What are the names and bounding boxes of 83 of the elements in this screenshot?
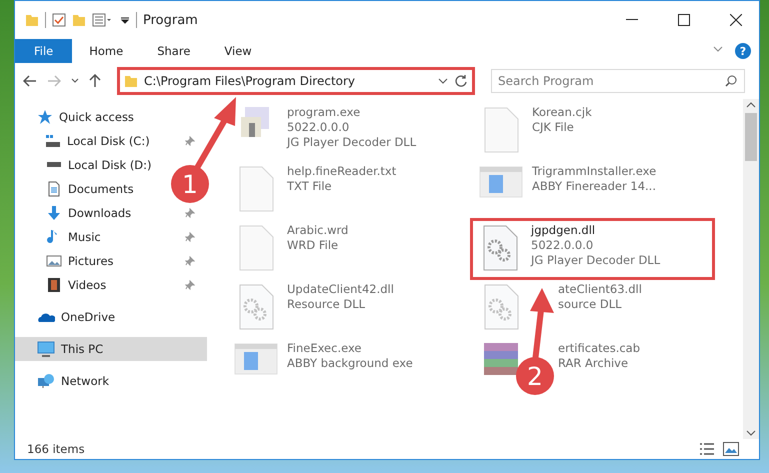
large-icons-view-icon[interactable]	[723, 442, 739, 456]
document-icon	[46, 181, 62, 197]
sidebar-item[interactable]: OneDrive	[15, 305, 122, 329]
sidebar-item[interactable]: Local Disk (C:)	[15, 129, 156, 153]
window-title: Program	[143, 12, 198, 28]
dropdown-caret-icon[interactable]	[438, 77, 448, 85]
scroll-thumb[interactable]	[745, 113, 757, 161]
ribbon-tab[interactable]: Share	[140, 39, 208, 63]
file-detail: RAR Archive	[558, 356, 630, 370]
sidebar-item[interactable]: Local Disk (D:)	[15, 153, 158, 177]
address-path: C:\Program Files\Program Directory	[144, 74, 356, 88]
properties-icon[interactable]	[92, 13, 114, 27]
application-icon	[241, 107, 271, 139]
sidebar-item[interactable]: Documents	[15, 177, 140, 201]
file-detail: 5022.0.0.0	[531, 238, 594, 252]
download-arrow-icon	[46, 205, 62, 221]
checklist-icon[interactable]	[52, 13, 66, 27]
refresh-icon[interactable]	[454, 74, 468, 88]
recent-caret-icon[interactable]	[71, 78, 79, 84]
file-name[interactable]: help.fineReader.txt	[287, 164, 396, 178]
file-detail: 5022.0.0.0	[287, 120, 350, 134]
details-view-icon[interactable]	[699, 442, 715, 456]
file-detail: ABBY Finereader 14...	[532, 179, 656, 193]
window-icon	[234, 343, 278, 375]
address-bar[interactable]: C:\Program Files\Program Directory	[117, 67, 475, 95]
expand-ribbon-icon[interactable]	[713, 45, 723, 53]
archive-books-icon	[484, 343, 518, 375]
drive-icon	[46, 135, 61, 147]
window-icon	[479, 166, 523, 198]
file-name[interactable]: ateClient63.dll	[558, 282, 642, 296]
sidebar-item[interactable]: Quick access	[15, 105, 140, 129]
file-detail: WRD File	[287, 238, 340, 252]
sidebar-item[interactable]: Downloads	[15, 201, 138, 225]
file-detail: JG Player Decoder DLL	[531, 253, 660, 267]
sidebar-item[interactable]: This PC	[15, 337, 207, 361]
sidebar-item[interactable]: Pictures	[15, 249, 120, 273]
highlighted-file-item[interactable]: jgpdgen.dll 5022.0.0.0 JG Player Decoder DLL	[470, 218, 715, 280]
monitor-icon	[37, 341, 55, 357]
sidebar-item[interactable]: Music	[15, 225, 107, 249]
scrollbar[interactable]	[743, 99, 759, 439]
file-detail: Resource DLL	[287, 297, 366, 311]
folder-icon	[124, 74, 138, 88]
dropdown-caret-icon[interactable]	[120, 15, 130, 25]
callout-marker: 1	[171, 165, 209, 203]
file-name[interactable]: ertificates.cab	[558, 341, 640, 355]
star-icon	[37, 109, 53, 125]
minimize-icon	[626, 19, 638, 21]
file-name[interactable]: UpdateClient42.dll	[287, 282, 394, 296]
item-count: 166 items	[27, 442, 85, 456]
file-name: jgpdgen.dll	[531, 223, 596, 237]
back-arrow-icon[interactable]	[23, 75, 37, 87]
file-detail: CJK File	[532, 120, 575, 134]
network-icon	[37, 373, 55, 389]
up-arrow-icon[interactable]	[89, 74, 101, 88]
file-name[interactable]: Korean.cjk	[532, 105, 592, 119]
ribbon-tab[interactable]: Home	[72, 39, 140, 63]
file-detail: ABBY background exe	[287, 356, 413, 370]
file-detail: TXT File	[287, 179, 333, 193]
film-icon	[46, 277, 62, 293]
gear-file-icon	[482, 225, 518, 271]
search-field[interactable]: Search Program	[491, 69, 745, 93]
drive-icon	[46, 162, 62, 168]
gear-file-icon	[238, 284, 274, 330]
sidebar-item[interactable]: Network	[15, 369, 116, 393]
ribbon-tab[interactable]: File	[15, 39, 72, 63]
picture-icon	[46, 253, 62, 269]
file-detail: JG Player Decoder DLL	[287, 135, 416, 149]
callout-marker: 2	[516, 357, 554, 395]
file-name[interactable]: Arabic.wrd	[287, 223, 348, 237]
blank-file-icon	[238, 225, 274, 271]
sidebar-item[interactable]: Videos	[15, 273, 112, 297]
blank-file-icon	[238, 166, 274, 212]
file-detail: source DLL	[558, 297, 623, 311]
maximize-icon	[678, 14, 690, 26]
ribbon-tab[interactable]: View	[207, 39, 269, 63]
help-button[interactable]: ?	[735, 43, 751, 59]
blank-file-icon	[483, 107, 519, 153]
file-name[interactable]: FineExec.exe	[287, 341, 413, 355]
gear-file-icon	[483, 284, 519, 330]
file-name[interactable]: TrigrammInstaller.exe	[532, 164, 656, 178]
search-icon[interactable]	[725, 75, 737, 87]
file-name[interactable]: program.exe	[287, 105, 416, 119]
close-icon	[730, 14, 742, 26]
